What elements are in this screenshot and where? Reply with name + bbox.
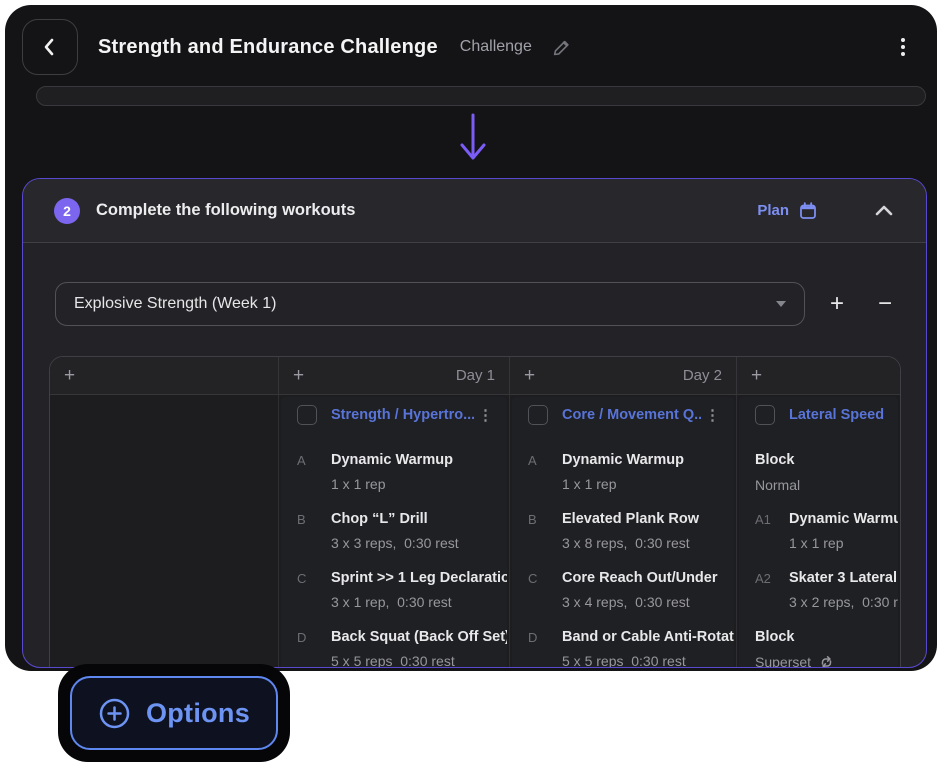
exercise-row[interactable]: D Band or Cable Anti-Rotati... 5 x 5 rep… [528,619,728,668]
workout-card: Lateral Speed / Ply Block Normal A1 Dyna… [739,397,898,668]
exercise-detail: 3 x 1 rep, 0:30 rest [331,592,507,612]
step-panel: 2 Complete the following workouts Plan [22,178,927,668]
add-workout-button[interactable]: + [524,365,535,387]
workout-kebab-icon[interactable]: ⋮ [701,406,724,424]
add-workout-button[interactable]: + [293,365,304,387]
exercise-detail: 5 x 5 reps 0:30 rest [562,651,734,668]
day-label: Day 1 [456,367,495,384]
calendar-icon [798,201,818,221]
exercise-detail: 1 x 1 rep [331,474,453,494]
remove-program-button[interactable]: − [869,289,901,321]
exercise-detail: 1 x 1 rep [789,533,898,553]
exercise-name: Sprint >> 1 Leg Declarations [331,568,507,588]
exercise-tag: A1 [755,509,789,560]
page-title: Strength and Endurance Challenge [98,36,438,59]
exercise-row[interactable]: A Dynamic Warmup 1 x 1 rep [528,442,728,501]
program-select-value: Explosive Strength (Week 1) [74,295,276,313]
exercise-tag: A [297,450,331,501]
add-workout-button[interactable]: + [64,365,75,387]
workout-kebab-icon[interactable]: ⋮ [474,406,497,424]
kebab-menu-icon[interactable] [895,32,911,62]
chevron-up-icon [874,203,894,218]
exercise-name: Skater 3 Lateral Ho [789,568,898,588]
board-column-day1: Strength / Hypertro... ⋮ A Dynamic Warmu… [279,395,510,668]
exercise-row[interactable]: B Chop “L” Drill 3 x 3 reps, 0:30 rest [297,501,501,560]
previous-step-card[interactable] [36,86,926,106]
workout-title-link[interactable]: Strength / Hypertro... [331,407,474,423]
caret-down-icon [776,301,786,307]
exercise-row[interactable]: C Sprint >> 1 Leg Declarations 3 x 1 rep… [297,560,501,619]
block-header: Block Normal [755,442,892,501]
exercise-row[interactable]: A Dynamic Warmup 1 x 1 rep [297,442,501,501]
options-button-label: Options [146,698,250,729]
block-header: Block Superset [755,619,892,668]
exercise-detail: 5 x 5 reps 0:30 rest [331,651,507,668]
workouts-board: + + Day 1 + Day 2 + [49,356,901,668]
board-column-empty [50,395,279,668]
options-button-highlight-ring: Options [58,664,290,762]
block-type: Superset [755,652,834,668]
repeat-icon [819,655,834,669]
workout-checkbox[interactable] [528,405,548,425]
exercise-name: Core Reach Out/Under [562,568,718,588]
exercise-tag: A2 [755,568,789,619]
exercise-name: Dynamic Warmup [331,450,453,470]
flow-down-arrow-icon [457,112,489,173]
workout-checkbox[interactable] [755,405,775,425]
exercise-detail: 3 x 8 reps, 0:30 rest [562,533,699,553]
workout-card: Strength / Hypertro... ⋮ A Dynamic Warmu… [281,397,507,668]
exercise-name: Band or Cable Anti-Rotati... [562,627,734,647]
exercise-tag: A [528,450,562,501]
exercise-tag: C [297,568,331,619]
exercise-tag: D [528,627,562,668]
plan-button-label: Plan [757,202,789,219]
app-window: Strength and Endurance Challenge Challen… [5,5,937,671]
top-header: Strength and Endurance Challenge Challen… [5,5,937,83]
exercise-tag: C [528,568,562,619]
exercise-tag: D [297,627,331,668]
exercise-detail: 3 x 2 reps, 0:30 re [789,592,898,612]
board-body: Strength / Hypertro... ⋮ A Dynamic Warmu… [50,395,900,668]
block-label: Block [755,627,834,647]
plan-button[interactable]: Plan [757,201,818,221]
exercise-name: Back Squat (Back Off Set) [331,627,507,647]
plus-circle-icon [98,697,131,730]
exercise-name: Chop “L” Drill [331,509,459,529]
block-type: Normal [755,475,800,495]
workout-title-link[interactable]: Core / Movement Q... [562,407,701,423]
collapse-panel-button[interactable] [870,199,898,222]
exercise-row[interactable]: D Back Squat (Back Off Set) 5 x 5 reps 0… [297,619,501,668]
chevron-left-icon [37,34,63,60]
step-title: Complete the following workouts [96,201,355,220]
pencil-icon[interactable] [550,36,572,58]
add-workout-button[interactable]: + [751,365,762,387]
options-button[interactable]: Options [70,676,278,750]
exercise-name: Elevated Plank Row [562,509,699,529]
program-select[interactable]: Explosive Strength (Week 1) [55,282,805,326]
workout-title-link[interactable]: Lateral Speed / Ply [789,407,888,423]
exercise-detail: 3 x 4 reps, 0:30 rest [562,592,718,612]
exercise-name: Dynamic Warmup [789,509,898,529]
exercise-row[interactable]: C Core Reach Out/Under 3 x 4 reps, 0:30 … [528,560,728,619]
step-panel-header: 2 Complete the following workouts Plan [23,179,926,243]
step-number-badge: 2 [54,198,80,224]
board-header-row: + + Day 1 + Day 2 + [50,357,900,395]
exercise-row[interactable]: A1 Dynamic Warmup 1 x 1 rep [755,501,892,560]
board-column-day2: Core / Movement Q... ⋮ A Dynamic Warmup … [510,395,737,668]
board-column-day3: Lateral Speed / Ply Block Normal A1 Dyna… [737,395,900,668]
workout-checkbox[interactable] [297,405,317,425]
day-label: Day 2 [683,367,722,384]
exercise-detail: 1 x 1 rep [562,474,684,494]
back-button[interactable] [22,19,78,75]
exercise-name: Dynamic Warmup [562,450,684,470]
exercise-row[interactable]: A2 Skater 3 Lateral Ho 3 x 2 reps, 0:30 … [755,560,892,619]
workout-card: Core / Movement Q... ⋮ A Dynamic Warmup … [512,397,734,668]
exercise-tag: B [297,509,331,560]
exercise-tag: B [528,509,562,560]
block-label: Block [755,450,800,470]
exercise-detail: 3 x 3 reps, 0:30 rest [331,533,459,553]
add-program-button[interactable]: + [821,289,853,321]
page-type-label: Challenge [460,38,532,56]
exercise-row[interactable]: B Elevated Plank Row 3 x 8 reps, 0:30 re… [528,501,728,560]
